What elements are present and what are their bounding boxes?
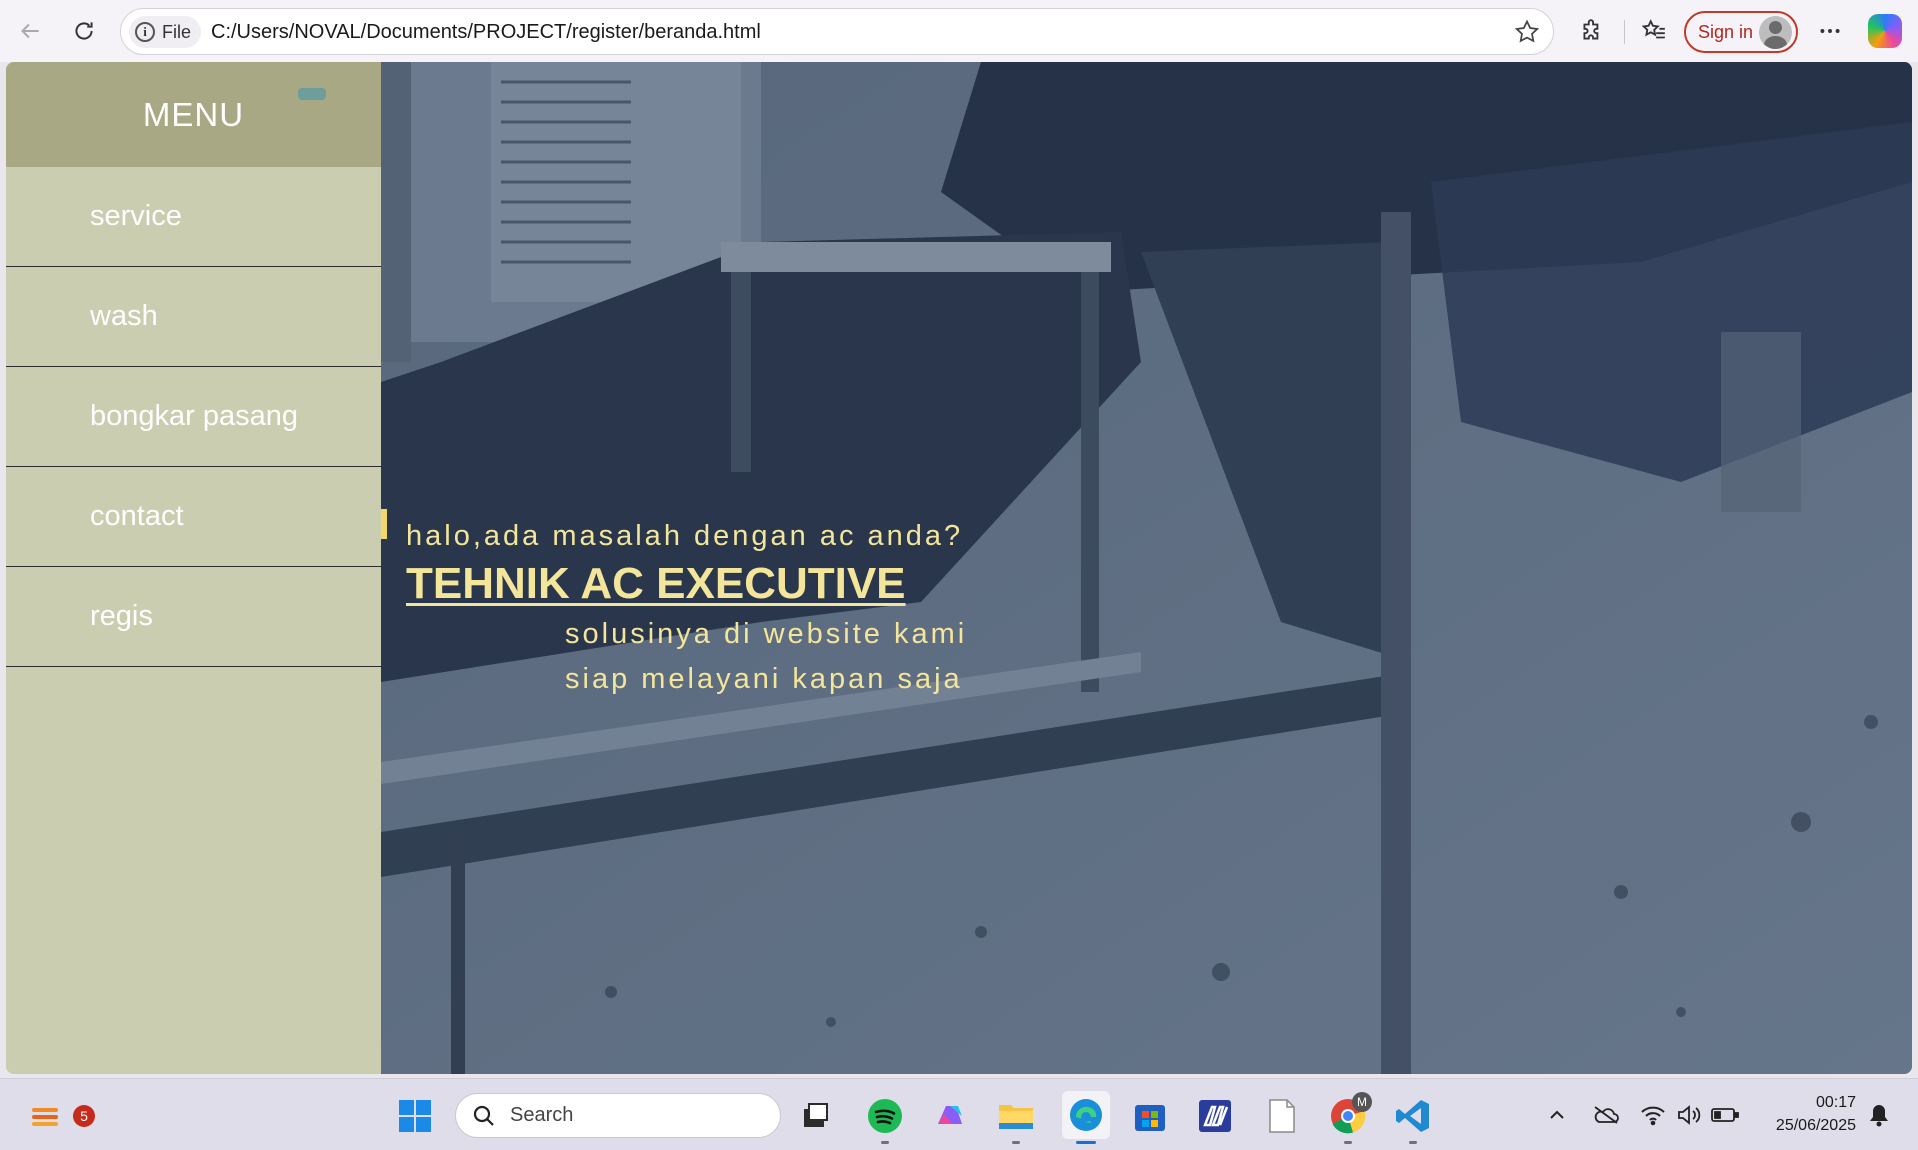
- menu-toggle-button[interactable]: [298, 88, 326, 100]
- address-bar[interactable]: i File C:/Users/NOVAL/Documents/PROJECT/…: [120, 8, 1554, 55]
- hero-brand-title[interactable]: TEHNIK AC EXECUTIVE: [406, 559, 906, 609]
- chrome-profile-badge: M: [1352, 1092, 1372, 1112]
- running-indicator: [1409, 1141, 1417, 1144]
- nav-item-contact[interactable]: contact: [6, 467, 381, 567]
- refresh-button[interactable]: [66, 13, 102, 49]
- nav-item-wash[interactable]: wash: [6, 267, 381, 367]
- taskbar-search-input[interactable]: Search: [455, 1093, 781, 1138]
- microsoft-store-icon[interactable]: [1130, 1096, 1170, 1136]
- url-text[interactable]: C:/Users/NOVAL/Documents/PROJECT/registe…: [211, 21, 761, 44]
- notification-badge: 5: [73, 1105, 95, 1127]
- edge-browser-icon[interactable]: [1062, 1091, 1110, 1144]
- info-icon: i: [135, 22, 155, 42]
- favorites-list-icon: [1641, 19, 1665, 39]
- page-viewport: MENU service wash bongkar pasang contact…: [6, 62, 1912, 1074]
- nav-item-service[interactable]: service: [6, 167, 381, 267]
- favorite-star-icon[interactable]: [1513, 18, 1541, 46]
- volume-icon[interactable]: [1675, 1101, 1703, 1129]
- start-windows-icon[interactable]: [395, 1096, 435, 1136]
- hero-tagline: halo,ada masalah dengan ac anda?: [406, 520, 964, 552]
- clock-date: 25/06/2025: [1775, 1117, 1856, 1134]
- search-placeholder: Search: [510, 1104, 574, 1126]
- running-indicator: [881, 1141, 889, 1144]
- hero-subtitle-1: solusinya di website kami: [565, 618, 968, 650]
- taskbar-clock[interactable]: 00:17 25/06/2025: [1760, 1091, 1856, 1137]
- clock-time: 00:17: [1815, 1094, 1856, 1111]
- running-indicator: [1344, 1141, 1352, 1144]
- copilot-app-icon[interactable]: [930, 1096, 970, 1136]
- notification-bell-icon[interactable]: [1865, 1101, 1893, 1129]
- browser-toolbar: i File C:/Users/NOVAL/Documents/PROJECT/…: [0, 0, 1918, 62]
- task-view-icon[interactable]: [796, 1096, 836, 1136]
- menu-title: MENU: [142, 96, 245, 133]
- running-indicator: [1012, 1141, 1020, 1144]
- back-button[interactable]: [12, 13, 48, 49]
- hero-section: halo,ada masalah dengan ac anda? TEHNIK …: [381, 62, 1912, 1074]
- file-explorer-icon[interactable]: [996, 1096, 1036, 1144]
- copilot-icon[interactable]: [1868, 14, 1902, 48]
- toolbar-divider: [1624, 20, 1625, 44]
- hero-text-block: halo,ada masalah dengan ac anda? TEHNIK …: [381, 62, 1912, 1074]
- more-options-button[interactable]: [1812, 13, 1848, 49]
- blank-document-icon[interactable]: [1262, 1096, 1302, 1136]
- refresh-icon: [75, 22, 93, 40]
- sidebar: MENU service wash bongkar pasang contact…: [6, 62, 381, 1074]
- active-indicator: [1076, 1141, 1096, 1144]
- more-dots-icon: [1820, 29, 1840, 33]
- accent-bar: [381, 509, 387, 539]
- onedrive-cloud-icon[interactable]: [1592, 1101, 1620, 1129]
- puzzle-icon: [1583, 19, 1599, 40]
- avatar-icon: [1759, 16, 1792, 49]
- site-info-chip[interactable]: i File: [129, 16, 202, 48]
- weather-widget-icon[interactable]: 5: [26, 1096, 95, 1136]
- vscode-icon[interactable]: [1393, 1096, 1433, 1144]
- chrome-icon[interactable]: M: [1328, 1092, 1372, 1144]
- file-chip-label: File: [162, 21, 192, 42]
- battery-icon[interactable]: [1711, 1101, 1739, 1129]
- favorites-button[interactable]: [1636, 13, 1672, 49]
- search-icon: [473, 1105, 494, 1126]
- hero-subtitle-2: siap melayani kapan saja: [565, 663, 963, 695]
- wifi-icon[interactable]: [1639, 1101, 1667, 1129]
- back-arrow-icon: [21, 23, 39, 39]
- menu-header: MENU: [6, 62, 381, 167]
- nav-item-bongkar-pasang[interactable]: bongkar pasang: [6, 367, 381, 467]
- spotify-icon[interactable]: [865, 1096, 905, 1144]
- taskbar: 5 Search M 00:17 25/06/2025: [0, 1078, 1918, 1150]
- code-app-icon[interactable]: [1195, 1096, 1235, 1136]
- show-hidden-icons-chevron-icon[interactable]: [1543, 1101, 1571, 1129]
- nav-item-regis[interactable]: regis: [6, 567, 381, 667]
- extensions-button[interactable]: [1574, 13, 1610, 49]
- sign-in-button[interactable]: Sign in: [1684, 11, 1798, 53]
- sign-in-label: Sign in: [1698, 21, 1754, 42]
